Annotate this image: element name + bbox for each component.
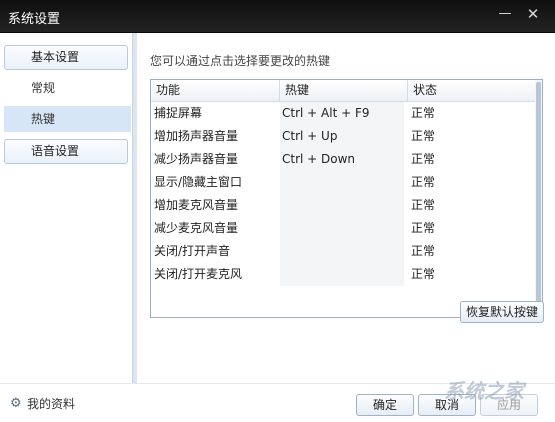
table-header: 功能 热键 状态 — [151, 80, 542, 102]
row-status: 正常 — [411, 129, 436, 143]
scrollbar-thumb[interactable] — [536, 82, 541, 315]
row-function: 增加扬声器音量 — [154, 129, 239, 143]
row-hotkey[interactable]: Ctrl + Down — [280, 148, 404, 171]
gear-icon: ⚙ — [10, 396, 22, 411]
row-function: 减少麦克风音量 — [154, 221, 239, 235]
sidebar-group-basic[interactable]: 基本设置 — [4, 45, 128, 70]
footer-bar: ⚙ 我的资料 确定 取消 应用 — [0, 383, 555, 422]
my-profile-label: 我的资料 — [27, 397, 76, 411]
column-header-hotkey[interactable]: 热键 — [279, 80, 407, 101]
apply-button[interactable]: 应用 — [480, 394, 538, 416]
row-function: 减少扬声器音量 — [154, 152, 239, 166]
row-status: 正常 — [411, 244, 436, 258]
column-header-status[interactable]: 状态 — [407, 80, 535, 101]
sidebar: 基本设置 常规 热键 语音设置 — [0, 33, 132, 383]
row-function: 增加麦克风音量 — [154, 198, 239, 212]
row-hotkey[interactable] — [280, 263, 404, 286]
cancel-button[interactable]: 取消 — [418, 394, 476, 416]
table-row[interactable]: 增加扬声器音量 Ctrl + Up 正常 — [151, 125, 535, 148]
table-row[interactable]: 关闭/打开声音 正常 — [151, 240, 535, 263]
row-status: 正常 — [411, 267, 436, 281]
row-hotkey[interactable] — [280, 171, 404, 194]
row-hotkey[interactable]: Ctrl + Alt + F9 — [280, 102, 404, 125]
row-status: 正常 — [411, 175, 436, 189]
table-row[interactable]: 关闭/打开麦克风 正常 — [151, 263, 535, 286]
close-button[interactable]: ✕ — [522, 4, 544, 24]
sidebar-divider — [132, 33, 137, 383]
table-row[interactable]: 捕捉屏幕 Ctrl + Alt + F9 正常 — [151, 102, 535, 125]
ok-button[interactable]: 确定 — [356, 394, 414, 416]
row-function: 关闭/打开麦克风 — [154, 267, 243, 281]
column-header-function[interactable]: 功能 — [151, 80, 279, 101]
sidebar-group-voice[interactable]: 语音设置 — [4, 139, 128, 164]
row-hotkey[interactable]: Ctrl + Up — [280, 125, 404, 148]
row-function: 显示/隐藏主窗口 — [154, 175, 243, 189]
table-row[interactable]: 显示/隐藏主窗口 正常 — [151, 171, 535, 194]
sidebar-item-general[interactable]: 常规 — [4, 75, 131, 101]
row-function: 捕捉屏幕 — [154, 106, 203, 120]
hotkey-table: 功能 热键 状态 捕捉屏幕 Ctrl + Alt + F9 正常 增加扬声器音量… — [150, 79, 543, 318]
hint-text: 您可以通过点击选择要更改的热键 — [150, 54, 331, 68]
window-title: 系统设置 — [8, 12, 61, 27]
row-hotkey[interactable] — [280, 194, 404, 217]
row-status: 正常 — [411, 198, 436, 212]
table-row[interactable]: 减少麦克风音量 正常 — [151, 217, 535, 240]
sidebar-item-hotkeys[interactable]: 热键 — [4, 106, 131, 132]
table-row[interactable]: 减少扬声器音量 Ctrl + Down 正常 — [151, 148, 535, 171]
row-status: 正常 — [411, 106, 436, 120]
row-status: 正常 — [411, 221, 436, 235]
title-bar[interactable]: 系统设置 — ✕ — [0, 0, 555, 33]
hotkey-panel: 您可以通过点击选择要更改的热键 功能 热键 状态 捕捉屏幕 Ctrl + Alt… — [138, 33, 555, 383]
row-hotkey[interactable] — [280, 240, 404, 263]
restore-defaults-button[interactable]: 恢复默认按键 — [460, 301, 544, 323]
table-scrollbar[interactable] — [535, 80, 542, 317]
row-hotkey[interactable] — [280, 217, 404, 240]
table-row[interactable]: 增加麦克风音量 正常 — [151, 194, 535, 217]
row-status: 正常 — [411, 152, 436, 166]
minimize-button[interactable]: — — [494, 4, 516, 24]
row-function: 关闭/打开声音 — [154, 244, 231, 258]
settings-window: 系统设置 — ✕ 基本设置 常规 热键 语音设置 您可以通过点击选择要更改的热键… — [0, 0, 555, 422]
